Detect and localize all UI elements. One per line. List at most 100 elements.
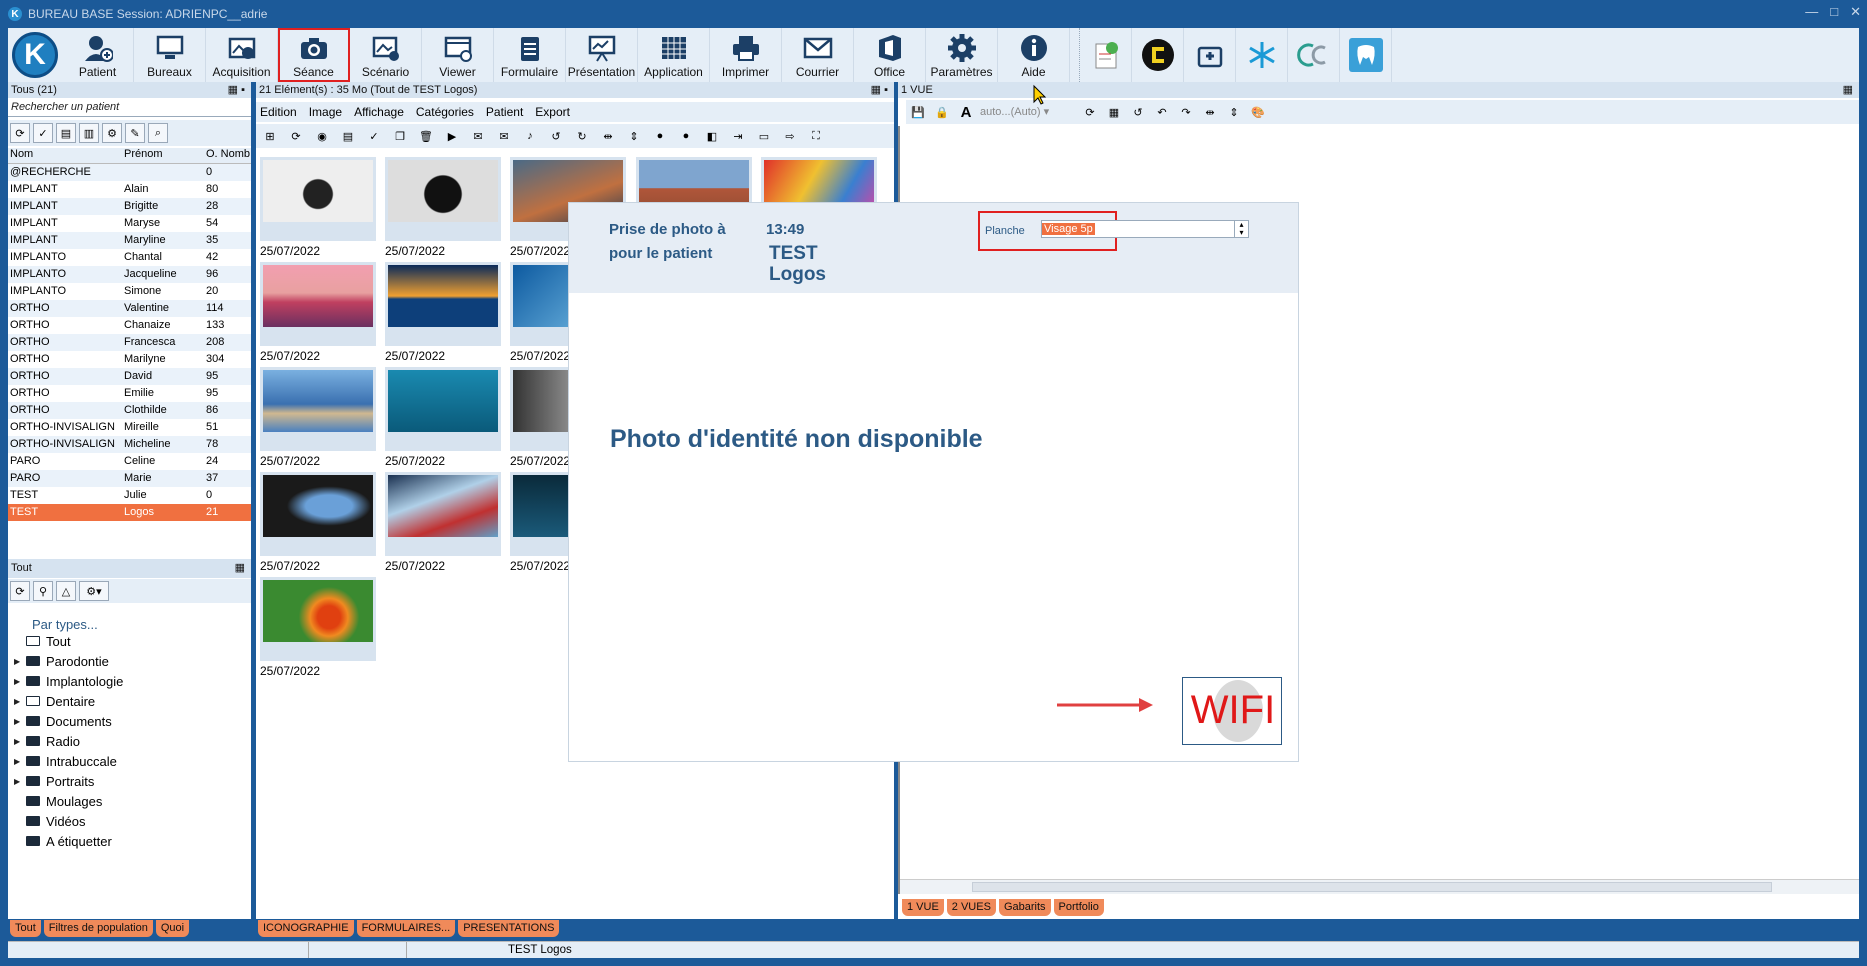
- bottom-tab[interactable]: 1 VUE: [902, 899, 944, 916]
- bottom-tab[interactable]: Tout: [10, 920, 41, 937]
- tree-item[interactable]: ▶ Radio: [14, 731, 123, 751]
- palette-icon[interactable]: 🎨: [1248, 102, 1268, 122]
- bottom-tab[interactable]: FORMULAIRES...: [356, 920, 456, 937]
- flip-h-icon[interactable]: ⇹: [596, 126, 620, 146]
- edit-icon[interactable]: ✎: [125, 123, 145, 143]
- acquisition-button[interactable]: Acquisition: [206, 28, 278, 82]
- table-row[interactable]: ORTHO Valentine 114: [8, 300, 251, 317]
- thumbnail[interactable]: [385, 157, 501, 241]
- spinner-icon[interactable]: ▴ ▾: [1234, 221, 1248, 237]
- table-row[interactable]: TEST Julie 0: [8, 487, 251, 504]
- aide-button[interactable]: Aide: [998, 28, 1070, 82]
- table-row[interactable]: IMPLANT Alain 80: [8, 181, 251, 198]
- user-filter-icon[interactable]: ⚲: [33, 581, 53, 601]
- font-icon[interactable]: A: [956, 102, 976, 122]
- thumbnail[interactable]: [385, 472, 501, 556]
- thumbnail[interactable]: [260, 262, 376, 346]
- imprimer-button[interactable]: Imprimer: [710, 28, 782, 82]
- print-icon[interactable]: ▭: [752, 126, 776, 146]
- horizontal-scrollbar[interactable]: [900, 879, 1859, 894]
- eye-icon[interactable]: ◉: [310, 126, 334, 146]
- bottom-tab[interactable]: Portfolio: [1053, 899, 1104, 916]
- check-icon[interactable]: ✓: [362, 126, 386, 146]
- tree-item[interactable]: Vidéos: [26, 811, 123, 831]
- settings-card-icon[interactable]: ⚙: [102, 123, 122, 143]
- table-row[interactable]: PARO Celine 24: [8, 453, 251, 470]
- bottom-tab[interactable]: PRESENTATIONS: [458, 920, 560, 937]
- refresh-icon[interactable]: ⟳: [10, 581, 30, 601]
- table-row[interactable]: IMPLANTO Jacqueline 96: [8, 266, 251, 283]
- tree-item[interactable]: ▶ Implantologie: [14, 671, 123, 691]
- tree-item[interactable]: ▶ Dentaire: [14, 691, 123, 711]
- table-row[interactable]: IMPLANT Brigitte 28: [8, 198, 251, 215]
- expand-arrow-icon[interactable]: ▶: [14, 657, 20, 666]
- flip-v-icon[interactable]: ⇕: [622, 126, 646, 146]
- rotate-right-icon[interactable]: ↷: [1176, 102, 1196, 122]
- tree-item[interactable]: ▶ Parodontie: [14, 651, 123, 671]
- table-row[interactable]: ORTHO-INVISALIGN Micheline 78: [8, 436, 251, 453]
- formulaire-button[interactable]: Formulaire: [494, 28, 566, 82]
- tree-item[interactable]: ▶ Portraits: [14, 771, 123, 791]
- tree-item[interactable]: Tout: [26, 631, 123, 651]
- grid-view-icon[interactable]: ▦: [1843, 82, 1853, 98]
- scenario-button[interactable]: Scénario: [350, 28, 422, 82]
- office-button[interactable]: Office: [854, 28, 926, 82]
- patient-button[interactable]: Patient: [62, 28, 134, 82]
- table-row[interactable]: ORTHO Clothilde 86: [8, 402, 251, 419]
- application-button[interactable]: Application: [638, 28, 710, 82]
- table-row[interactable]: IMPLANT Maryse 54: [8, 215, 251, 232]
- refresh-icon[interactable]: ⟳: [10, 123, 30, 143]
- bureaux-button[interactable]: Bureaux: [134, 28, 206, 82]
- trash-icon[interactable]: 🗑: [414, 126, 438, 146]
- parametres-button[interactable]: Paramètres: [926, 28, 998, 82]
- undo-icon[interactable]: ↺: [1128, 102, 1148, 122]
- search-icon[interactable]: ⌕: [148, 123, 168, 143]
- medical-box-icon[interactable]: [1184, 28, 1236, 82]
- menu-item[interactable]: Catégories: [416, 102, 474, 122]
- thumbnail[interactable]: [385, 262, 501, 346]
- redo-icon[interactable]: ↻: [570, 126, 594, 146]
- expand-arrow-icon[interactable]: ▶: [14, 697, 20, 706]
- mail-icon[interactable]: ✉: [466, 126, 490, 146]
- settings-dropdown-icon[interactable]: ⚙▾: [79, 581, 109, 601]
- thumbnail[interactable]: [260, 577, 376, 661]
- video-icon[interactable]: ▶: [440, 126, 464, 146]
- sound-icon[interactable]: ♪: [518, 126, 542, 146]
- tree-item[interactable]: ▶ Intrabuccale: [14, 751, 123, 771]
- par-types-link[interactable]: Par types...: [32, 617, 98, 632]
- grid-view-icon[interactable]: ▦ ▪: [871, 82, 888, 98]
- tag-icon[interactable]: ●: [648, 126, 672, 146]
- send-icon[interactable]: ⇨: [778, 126, 802, 146]
- table-row[interactable]: ORTHO Marilyne 304: [8, 351, 251, 368]
- close-button[interactable]: ✕: [1850, 4, 1861, 20]
- maximize-button[interactable]: □: [1830, 4, 1838, 20]
- check-icon[interactable]: ✓: [33, 123, 53, 143]
- bottom-tab[interactable]: Filtres de population: [43, 920, 153, 937]
- menu-item[interactable]: Patient: [486, 102, 523, 122]
- expand-arrow-icon[interactable]: ▶: [14, 777, 20, 786]
- rotate-left-icon[interactable]: ↶: [1152, 102, 1172, 122]
- thumbnail[interactable]: [385, 367, 501, 451]
- menu-item[interactable]: Export: [535, 102, 570, 122]
- expand-arrow-icon[interactable]: ▶: [14, 757, 20, 766]
- table-row[interactable]: ORTHO Chanaize 133: [8, 317, 251, 334]
- bottom-tab[interactable]: ICONOGRAPHIE: [258, 920, 354, 937]
- tag-x-icon[interactable]: ●: [674, 126, 698, 146]
- card-icon[interactable]: ▤: [336, 126, 360, 146]
- courrier-button[interactable]: Courrier: [782, 28, 854, 82]
- table-row[interactable]: ORTHO Francesca 208: [8, 334, 251, 351]
- grid-icon[interactable]: ▦: [1104, 102, 1124, 122]
- table-row[interactable]: IMPLANTO Simone 20: [8, 283, 251, 300]
- minimize-button[interactable]: —: [1805, 4, 1818, 20]
- grid-view-icon[interactable]: ▦ ▪: [228, 82, 245, 98]
- card-icon[interactable]: ▤: [56, 123, 76, 143]
- table-row[interactable]: ORTHO Emilie 95: [8, 385, 251, 402]
- column-nombre[interactable]: O. Nomb: [204, 148, 251, 163]
- column-nom[interactable]: Nom: [8, 148, 122, 163]
- expand-arrow-icon[interactable]: ▶: [14, 717, 20, 726]
- tree-item[interactable]: ▶ Documents: [14, 711, 123, 731]
- c-logo-icon[interactable]: [1132, 28, 1184, 82]
- table-row[interactable]: TEST Logos 21: [8, 504, 251, 521]
- viewer-button[interactable]: Viewer: [422, 28, 494, 82]
- triangle-filter-icon[interactable]: △: [56, 581, 76, 601]
